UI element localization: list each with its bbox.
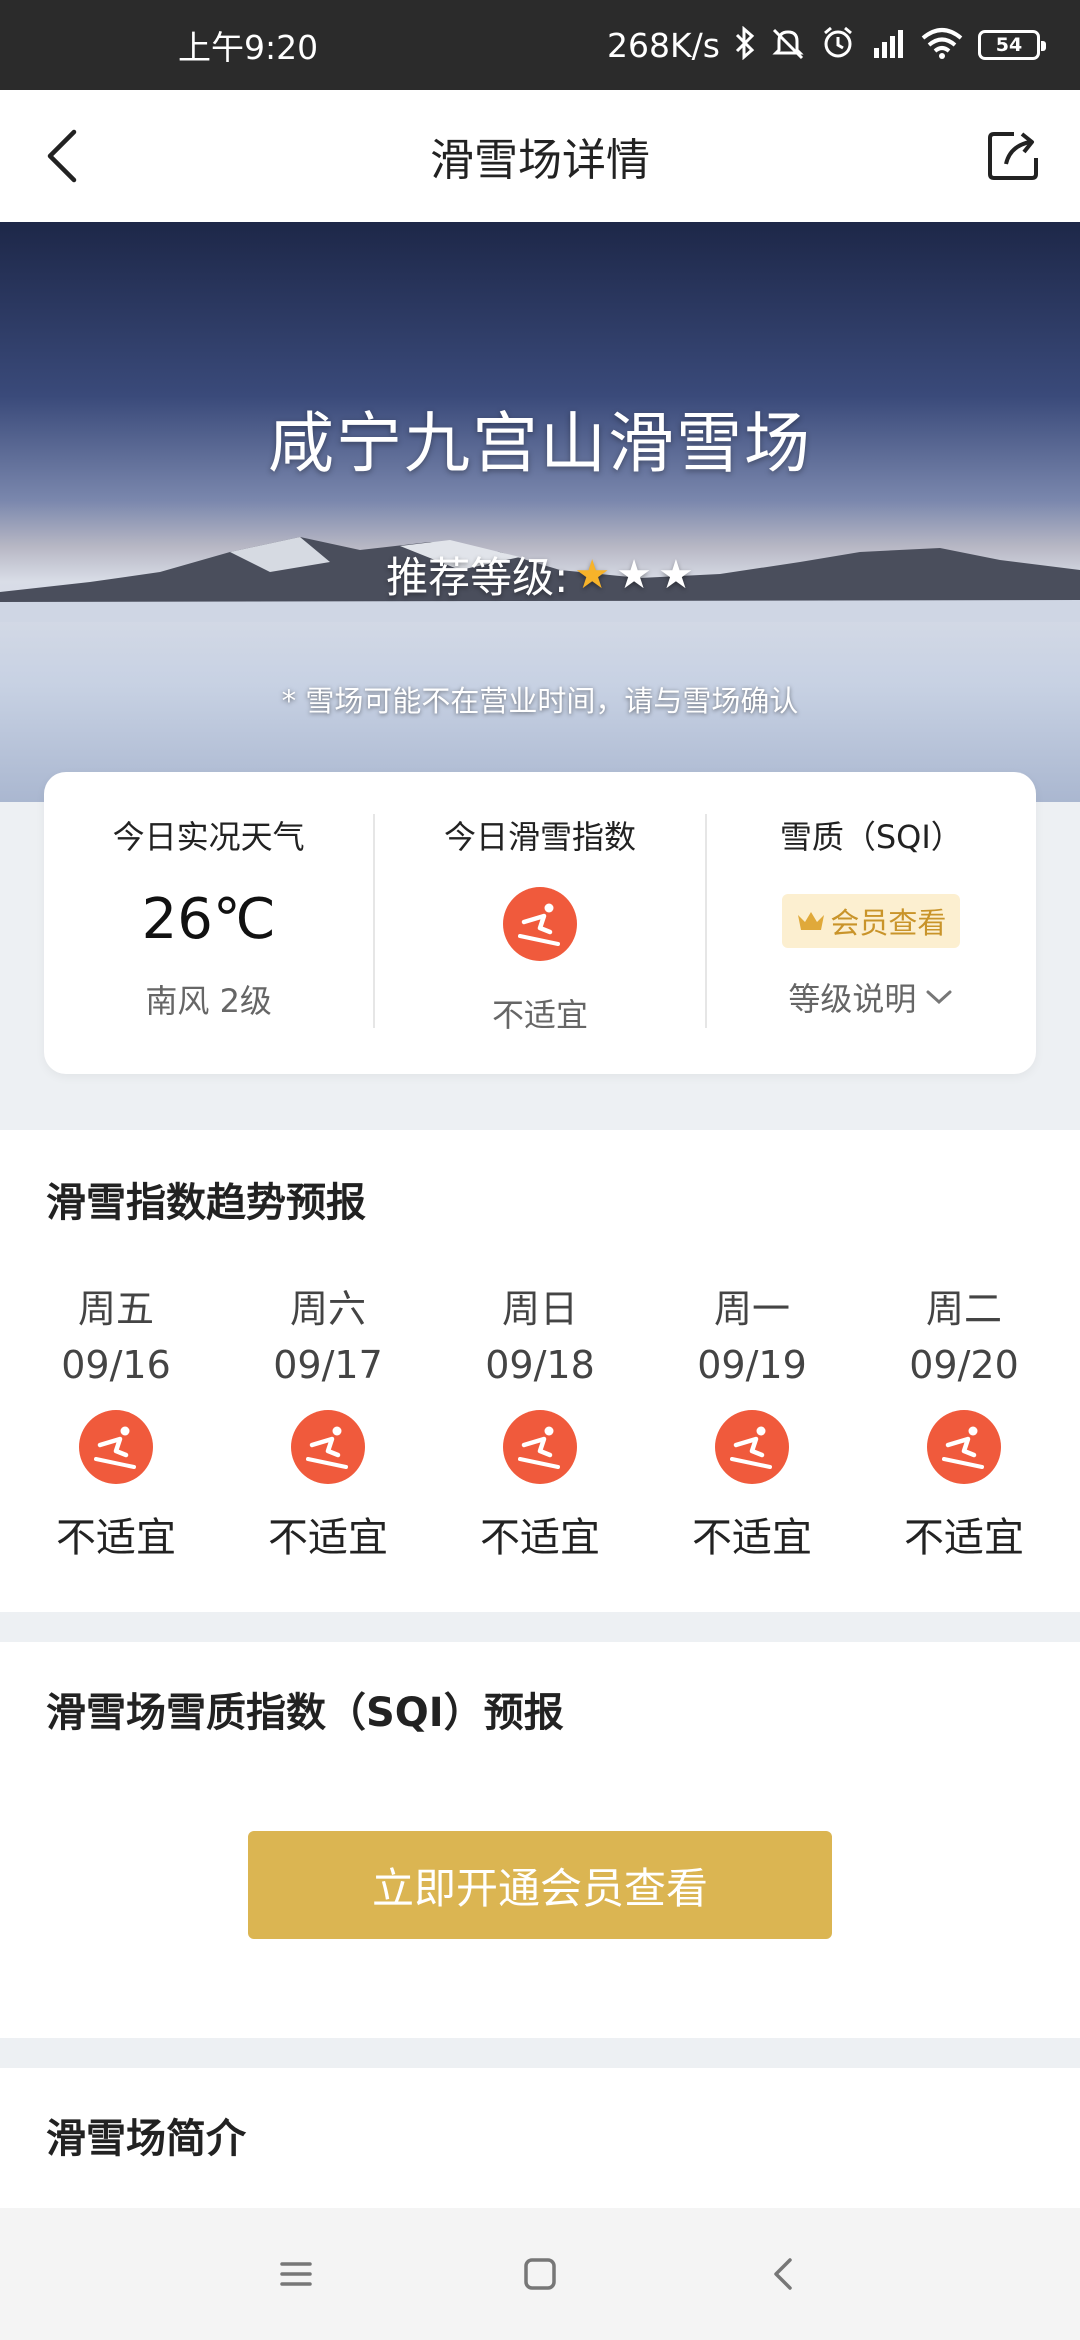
- skiing-icon: [291, 1410, 365, 1484]
- forecast-day: 周六 09/17 不适宜: [228, 1278, 428, 1563]
- day-status: 不适宜: [56, 1515, 176, 1561]
- chevron-down-icon: [926, 990, 952, 1005]
- skiing-icon: [927, 1410, 1001, 1484]
- wind-info: 南风 2级: [145, 982, 272, 1020]
- rating-row: 推荐等级: ★ ★ ★: [0, 544, 1080, 605]
- back-icon[interactable]: [762, 2252, 806, 2296]
- skiing-icon: [79, 1410, 153, 1484]
- day-week: 周二: [925, 1287, 1002, 1331]
- level-description-label: 等级说明: [788, 980, 917, 1018]
- weather-column: 今日实况天气 26℃ 南风 2级: [44, 772, 373, 1074]
- menu-icon[interactable]: [274, 2252, 318, 2296]
- back-arrow-icon[interactable]: [40, 128, 90, 184]
- day-status: 不适宜: [268, 1515, 388, 1561]
- signal-icon: [870, 26, 906, 65]
- alarm-icon: [820, 26, 856, 65]
- trend-title: 滑雪指数趋势预报: [46, 1180, 366, 1226]
- skiing-icon: [715, 1410, 789, 1484]
- status-icons: 268K/s 54: [607, 25, 1046, 65]
- resort-name: 咸宁九宫山滑雪场: [268, 405, 812, 482]
- day-date: 09/19: [697, 1343, 807, 1387]
- weather-title: 今日实况天气: [112, 818, 305, 856]
- ski-index-column: 今日滑雪指数 不适宜: [375, 772, 704, 1074]
- rating-label: 推荐等级:: [386, 553, 569, 602]
- system-nav-bar: [0, 2208, 1080, 2340]
- temperature: 26℃: [141, 887, 276, 952]
- day-week: 周五: [77, 1287, 154, 1331]
- status-time: 上午9:20: [178, 28, 319, 67]
- star-filled-icon: ★: [574, 551, 611, 598]
- sqi-title: 雪质（SQI）: [779, 818, 963, 856]
- sqi-forecast-section: 滑雪场雪质指数（SQI）预报 立即开通会员查看: [0, 1642, 1080, 2038]
- intro-title: 滑雪场简介: [46, 2116, 246, 2162]
- day-date: 09/16: [61, 1343, 171, 1387]
- day-week: 周一: [713, 1287, 790, 1331]
- ski-index-status: 不适宜: [491, 996, 588, 1034]
- day-date: 09/20: [909, 1343, 1019, 1387]
- sqi-column: 雪质（SQI） 会员查看 等级说明: [707, 772, 1036, 1074]
- vip-view-badge[interactable]: 会员查看: [782, 894, 961, 948]
- vip-badge-label: 会员查看: [830, 906, 947, 940]
- forecast-day: 周五 09/16 不适宜: [16, 1278, 216, 1563]
- open-membership-button[interactable]: 立即开通会员查看: [248, 1831, 832, 1939]
- day-status: 不适宜: [692, 1515, 812, 1561]
- wifi-icon: [920, 26, 964, 65]
- operating-note: * 雪场可能不在营业时间，请与雪场确认: [281, 684, 799, 718]
- forecast-day: 周一 09/19 不适宜: [652, 1278, 852, 1563]
- page-title: 滑雪场详情: [430, 135, 650, 186]
- day-status: 不适宜: [480, 1515, 600, 1561]
- day-date: 09/17: [273, 1343, 383, 1387]
- network-speed: 268K/s: [607, 25, 720, 65]
- star-empty-icon: ★: [616, 551, 652, 598]
- day-date: 09/18: [485, 1343, 595, 1387]
- sqi-forecast-title: 滑雪场雪质指数（SQI）预报: [46, 1690, 564, 1736]
- day-week: 周六: [289, 1287, 366, 1331]
- trend-days: 周五 09/16 不适宜 周六 09/17 不适宜 周日 09/18 不适宜 周…: [0, 1278, 1080, 1563]
- day-status: 不适宜: [904, 1515, 1024, 1561]
- battery-icon: 54: [978, 30, 1046, 60]
- crown-icon: [798, 912, 825, 930]
- nav-bar: 滑雪场详情: [0, 90, 1080, 222]
- forecast-day: 周日 09/18 不适宜: [440, 1278, 640, 1563]
- ski-index-title: 今日滑雪指数: [443, 818, 636, 856]
- resort-intro-section: 滑雪场简介: [0, 2068, 1080, 2214]
- hero-banner: 咸宁九宫山滑雪场 推荐等级: ★ ★ ★ * 雪场可能不在营业时间，请与雪场确认: [0, 222, 1080, 802]
- day-week: 周日: [501, 1287, 578, 1331]
- forecast-day: 周二 09/20 不适宜: [864, 1278, 1064, 1563]
- mute-icon: [770, 26, 806, 65]
- ski-index-trend-section: 滑雪指数趋势预报 周五 09/16 不适宜 周六 09/17 不适宜 周日 09…: [0, 1130, 1080, 1612]
- share-icon[interactable]: [984, 126, 1042, 184]
- skiing-icon: [502, 887, 577, 961]
- summary-card: 今日实况天气 26℃ 南风 2级 今日滑雪指数 不适宜 雪质（SQI） 会员查看…: [44, 772, 1036, 1074]
- status-bar: 上午9:20 268K/s 54: [0, 0, 1080, 90]
- skiing-icon: [503, 1410, 577, 1484]
- star-empty-icon: ★: [658, 551, 694, 598]
- level-description-toggle[interactable]: 等级说明: [788, 974, 954, 1020]
- bluetooth-icon: [734, 25, 756, 65]
- home-icon[interactable]: [518, 2252, 562, 2296]
